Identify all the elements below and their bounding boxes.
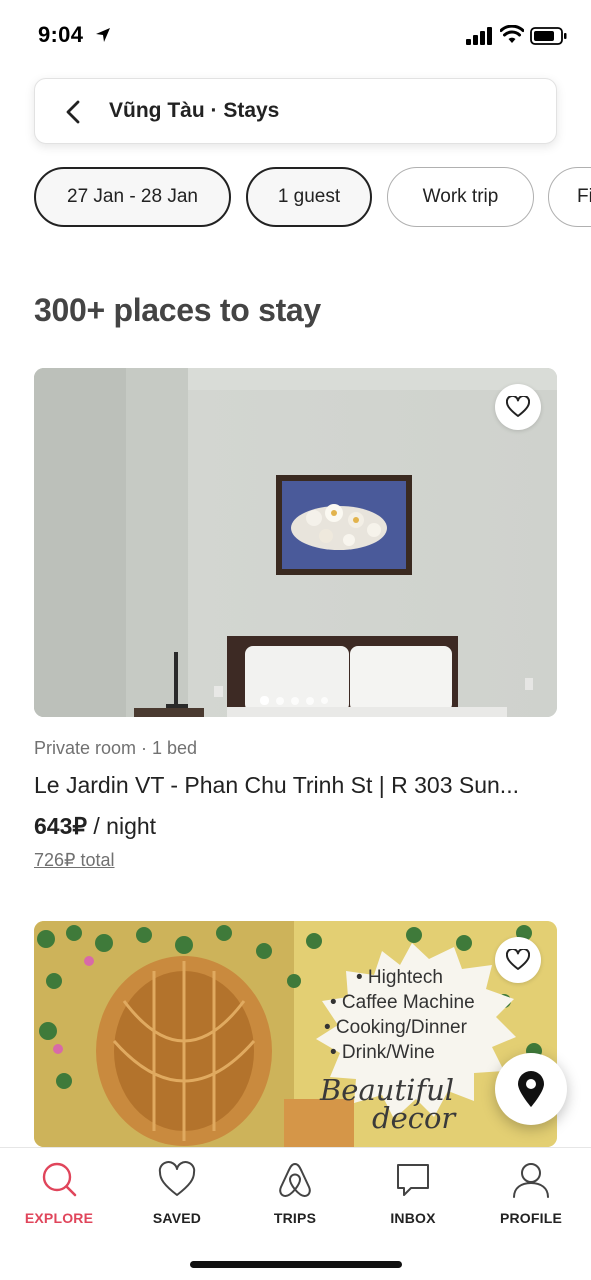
listing-photo[interactable]: • Hightech • Caffee Machine • Cooking/Di… xyxy=(34,921,557,1147)
photo-pagination xyxy=(260,696,328,705)
listing-subtitle: Private room · 1 bed xyxy=(34,738,198,758)
tab-label: EXPLORE xyxy=(24,1210,94,1226)
heart-icon xyxy=(158,1161,196,1196)
status-time: 9:04 xyxy=(38,22,84,47)
decor-caption: • Hightech • Caffee Machine • Cooking/Di… xyxy=(324,965,494,1065)
save-listing-button[interactable] xyxy=(495,937,541,983)
airbnb-logo-icon xyxy=(279,1163,311,1197)
cellular-signal-icon xyxy=(466,27,492,45)
decor-item: • Cooking/Dinner xyxy=(324,1017,467,1038)
filter-chip-guests[interactable]: 1 guest xyxy=(246,167,372,227)
search-bar[interactable]: Vũng Tàu · Stays xyxy=(34,78,557,144)
pagination-dot xyxy=(321,697,328,704)
location-arrow-icon xyxy=(96,28,110,42)
map-pin-icon xyxy=(518,1071,544,1107)
tab-trips[interactable]: TRIPS xyxy=(236,1160,354,1240)
pagination-dot xyxy=(291,696,299,705)
search-icon xyxy=(42,1162,77,1197)
decor-item: • Drink/Wine xyxy=(330,1042,435,1063)
price-unit: / night xyxy=(87,813,157,839)
listing-price: 643₽ / night xyxy=(34,813,156,840)
listing-title[interactable]: Le Jardin VT - Phan Chu Trinh St | R 303… xyxy=(34,772,557,799)
tab-profile[interactable]: PROFILE xyxy=(472,1160,590,1240)
tab-explore[interactable]: EXPLORE xyxy=(0,1160,118,1240)
listing-total-price[interactable]: 726₽ total xyxy=(34,850,115,871)
decor-item: • Caffee Machine xyxy=(330,992,475,1013)
filter-chip-filters[interactable]: Fi xyxy=(548,167,591,227)
save-listing-button[interactable] xyxy=(495,384,541,430)
tab-label: SAVED xyxy=(152,1210,202,1226)
filter-chip-dates[interactable]: 27 Jan - 28 Jan xyxy=(34,167,231,227)
room-photo-illustration xyxy=(34,368,557,717)
back-arrow-icon[interactable] xyxy=(61,99,87,125)
chat-bubble-icon xyxy=(397,1164,429,1196)
listing-photo[interactable] xyxy=(34,368,557,717)
tab-inbox[interactable]: INBOX xyxy=(354,1160,472,1240)
heart-icon xyxy=(506,396,530,417)
map-button[interactable] xyxy=(495,1053,567,1125)
tab-label: INBOX xyxy=(390,1210,436,1226)
tab-label: PROFILE xyxy=(499,1210,563,1226)
home-indicator[interactable] xyxy=(190,1261,402,1268)
price-amount: 643₽ xyxy=(34,813,88,839)
pagination-dot xyxy=(306,696,314,705)
results-heading: 300+ places to stay xyxy=(34,292,321,328)
heart-icon xyxy=(506,949,530,970)
wifi-icon xyxy=(500,25,524,43)
status-bar: 9:04 xyxy=(0,0,591,70)
filter-chips: 27 Jan - 28 Jan 1 guest Work trip Fi xyxy=(34,167,591,227)
filter-chip-work-trip[interactable]: Work trip xyxy=(387,167,534,227)
battery-icon xyxy=(530,27,567,45)
person-icon xyxy=(513,1163,549,1198)
decor-item: • Hightech xyxy=(356,967,443,988)
tab-saved[interactable]: SAVED xyxy=(118,1160,236,1240)
pagination-dot xyxy=(276,696,284,705)
pagination-dot xyxy=(260,696,269,705)
tab-label: TRIPS xyxy=(273,1210,317,1226)
search-title[interactable]: Vũng Tàu · Stays xyxy=(109,99,279,123)
decor-script-line2: decor xyxy=(372,1101,456,1135)
